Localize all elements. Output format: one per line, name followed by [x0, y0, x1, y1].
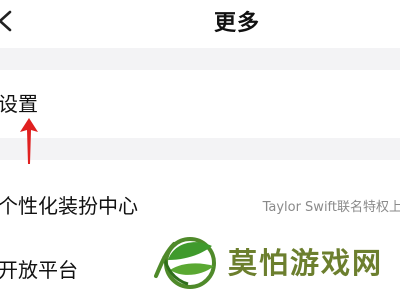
page-title: 更多: [213, 11, 260, 36]
personalization-label: 个性化装扮中心: [0, 194, 138, 218]
settings-label: 设置: [0, 92, 38, 116]
settings-row[interactable]: 设置: [0, 70, 400, 138]
leaf-logo-icon: [154, 237, 216, 289]
section-divider: [0, 48, 400, 70]
red-up-arrow-icon: [20, 118, 38, 164]
personalization-row[interactable]: 个性化装扮中心 Taylor Swift联名特权上: [0, 160, 400, 240]
watermark: 莫怕游戏网: [152, 232, 400, 291]
header-bar: 更多: [0, 0, 400, 48]
personalization-value: Taylor Swift联名特权上: [262, 200, 400, 215]
section-divider: [0, 138, 400, 160]
watermark-text: 莫怕游戏网: [228, 246, 384, 280]
open-platform-label: 开放平台: [0, 258, 78, 282]
